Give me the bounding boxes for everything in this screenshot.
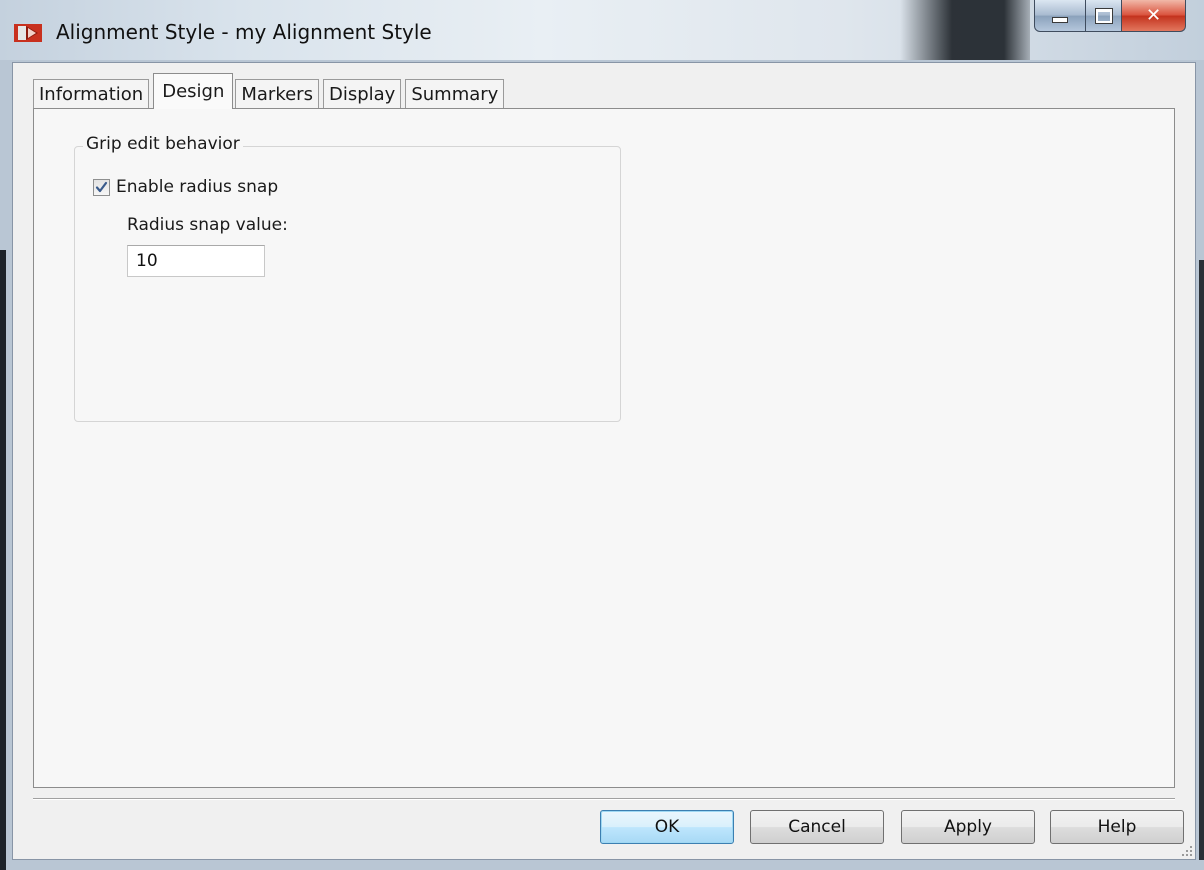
title-bar-shadow [900,0,1030,60]
enable-radius-snap-checkbox[interactable] [93,178,110,196]
close-icon: ✕ [1145,5,1162,26]
dialog-window: Alignment Style - my Alignment Style ✕ I… [0,0,1204,870]
window-edge-left [0,250,6,870]
title-bar[interactable]: Alignment Style - my Alignment Style ✕ [0,0,1204,60]
minimize-icon [1052,16,1068,23]
enable-radius-snap-row[interactable]: Enable radius snap [93,177,278,197]
minimize-button[interactable] [1034,0,1086,32]
enable-radius-snap-label: Enable radius snap [116,177,279,197]
footer-separator [33,798,1175,800]
caption-buttons: ✕ [1034,0,1186,34]
apply-button[interactable]: Apply [901,810,1035,844]
maximize-icon [1094,7,1113,24]
window-title: Alignment Style - my Alignment Style [56,20,432,44]
resize-grip-icon[interactable] [1179,843,1193,857]
tab-information[interactable]: Information [33,79,150,109]
tab-markers[interactable]: Markers [235,79,319,109]
design-tab-panel: Grip edit behavior Enable radius snap Ra… [33,108,1175,788]
tab-summary[interactable]: Summary [405,79,505,109]
close-button[interactable]: ✕ [1122,0,1186,32]
grip-edit-groupbox: Grip edit behavior Enable radius snap Ra… [74,134,621,422]
tab-design[interactable]: Design [153,73,234,109]
window-edge-right [1199,260,1204,860]
cancel-button[interactable]: Cancel [750,810,884,844]
ok-button[interactable]: OK [600,810,734,844]
radius-snap-label: Radius snap value: [127,215,288,235]
tab-display[interactable]: Display [322,79,402,109]
help-button[interactable]: Help [1050,810,1184,844]
group-title: Grip edit behavior [83,134,243,154]
tab-strip: Information Design Markers Display Summa… [33,73,508,109]
app-logo-icon [14,24,42,42]
dialog-client-area: Information Design Markers Display Summa… [12,62,1196,860]
maximize-button[interactable] [1086,0,1122,32]
radius-snap-input[interactable] [127,245,265,277]
checkmark-icon [95,181,108,192]
